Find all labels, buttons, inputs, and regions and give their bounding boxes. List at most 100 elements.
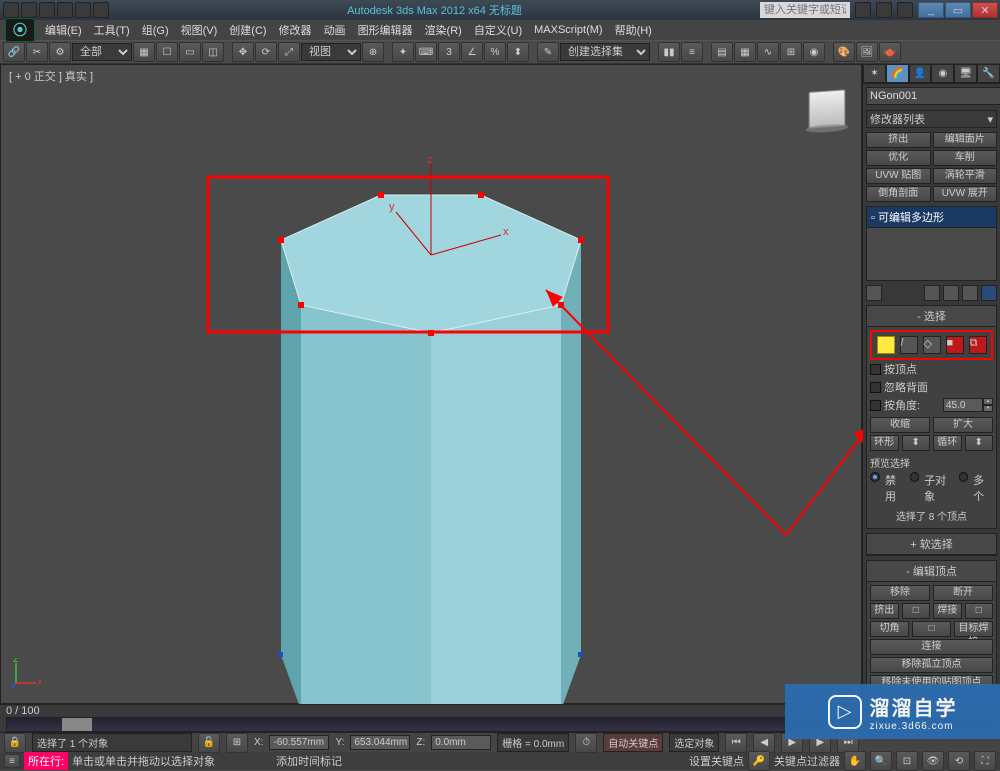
menu-create[interactable]: 创建(C) <box>224 20 271 40</box>
ref-coord-dropdown[interactable]: 视图 <box>301 43 361 61</box>
preview-off-radio[interactable] <box>870 472 880 482</box>
app-logo-icon[interactable]: ⦿ <box>5 18 35 42</box>
configure-stack-icon[interactable] <box>981 285 997 301</box>
nav-zoom-icon[interactable]: 🔍 <box>870 751 892 771</box>
connect-button[interactable]: 连接 <box>870 639 993 655</box>
nav-maximize-icon[interactable]: ⛶ <box>974 751 996 771</box>
align-icon[interactable]: ≡ <box>681 42 703 62</box>
help-icon[interactable] <box>855 2 871 18</box>
subobj-element-icon[interactable]: ⧉ <box>969 336 987 354</box>
mod-btn-extrude[interactable]: 挤出 <box>866 132 931 148</box>
menu-animation[interactable]: 动画 <box>319 20 351 40</box>
undo-icon[interactable] <box>75 2 91 18</box>
snap-toggle-icon[interactable]: 3 <box>438 42 460 62</box>
percent-snap-icon[interactable]: % <box>484 42 506 62</box>
layers-icon[interactable]: ▤ <box>711 42 733 62</box>
subobj-edge-icon[interactable]: / <box>900 336 918 354</box>
weld-settings-icon[interactable]: □ <box>965 603 994 619</box>
menu-rendering[interactable]: 渲染(R) <box>420 20 467 40</box>
subobj-border-icon[interactable]: ◇ <box>923 336 941 354</box>
selection-filter-dropdown[interactable]: 全部 <box>72 43 132 61</box>
app-menu-icon[interactable] <box>3 2 19 18</box>
spinner-up-icon[interactable]: ▴ <box>983 398 993 405</box>
ring-button[interactable]: 环形 <box>870 435 899 451</box>
by-angle-checkbox[interactable] <box>870 400 881 411</box>
ring-spinner-icon[interactable]: ⬍ <box>902 435 931 451</box>
scale-icon[interactable]: ⤢ <box>278 42 300 62</box>
named-selection-dropdown[interactable]: 创建选择集 <box>560 43 650 61</box>
info-icon[interactable] <box>897 2 913 18</box>
extrude-settings-icon[interactable]: □ <box>902 603 931 619</box>
show-end-icon[interactable] <box>924 285 940 301</box>
new-icon[interactable] <box>21 2 37 18</box>
pin-stack-icon[interactable] <box>866 285 882 301</box>
modifier-list-dropdown[interactable]: 修改器列表 <box>866 110 997 128</box>
menu-edit[interactable]: 编辑(E) <box>40 20 87 40</box>
window-crossing-icon[interactable]: ◫ <box>202 42 224 62</box>
unique-icon[interactable] <box>943 285 959 301</box>
by-vertex-checkbox[interactable] <box>870 364 881 375</box>
angle-snap-icon[interactable]: ∠ <box>461 42 483 62</box>
shrink-button[interactable]: 收缩 <box>870 417 930 433</box>
remove-button[interactable]: 移除 <box>870 585 930 601</box>
save-icon[interactable] <box>57 2 73 18</box>
z-coord-field[interactable]: 0.0mm <box>431 735 491 750</box>
weld-button[interactable]: 焊接 <box>933 603 962 619</box>
nav-zoomext-icon[interactable]: ⊡ <box>896 751 918 771</box>
modify-tab-icon[interactable]: 🌈 <box>886 64 909 83</box>
render-icon[interactable]: 🫖 <box>879 42 901 62</box>
unlink-icon[interactable]: ✂ <box>26 42 48 62</box>
mod-btn-uvwunwrap[interactable]: UVW 展开 <box>933 186 998 202</box>
close-button[interactable]: ✕ <box>972 2 998 18</box>
script-icon[interactable]: ≡ <box>4 754 20 768</box>
pivot-icon[interactable]: ⊕ <box>362 42 384 62</box>
select-rect-icon[interactable]: ▭ <box>179 42 201 62</box>
link-icon[interactable]: 🔗 <box>3 42 25 62</box>
hexagon-prism-object[interactable]: z x y <box>1 65 863 705</box>
help-search-input[interactable] <box>760 2 850 18</box>
loop-spinner-icon[interactable]: ⬍ <box>965 435 994 451</box>
remove-iso-button[interactable]: 移除孤立顶点 <box>870 657 993 673</box>
manipulate-icon[interactable]: ✦ <box>392 42 414 62</box>
redo-icon[interactable] <box>93 2 109 18</box>
nav-fov-icon[interactable]: 👁 <box>922 751 944 771</box>
spinner-snap-icon[interactable]: ⬍ <box>507 42 529 62</box>
y-coord-field[interactable]: 653.044mm <box>350 735 410 750</box>
rotate-icon[interactable]: ⟳ <box>255 42 277 62</box>
key-filter-button[interactable]: 关键点过滤器 <box>774 753 840 769</box>
selection-lock-icon[interactable]: ⊞ <box>226 733 248 753</box>
menu-help[interactable]: 帮助(H) <box>610 20 657 40</box>
chamfer-settings-icon[interactable]: □ <box>912 621 951 637</box>
time-config-icon[interactable]: ⏱ <box>575 733 597 753</box>
menu-group[interactable]: 组(G) <box>137 20 174 40</box>
graphite-icon[interactable]: ▦ <box>734 42 756 62</box>
minimize-button[interactable]: _ <box>918 2 944 18</box>
subobj-vertex-icon[interactable]: ⋮⋮ <box>877 336 895 354</box>
mod-btn-bevelprofile[interactable]: 倒角剖面 <box>866 186 931 202</box>
menu-view[interactable]: 视图(V) <box>176 20 223 40</box>
star-icon[interactable] <box>876 2 892 18</box>
hierarchy-tab-icon[interactable]: 👤 <box>909 64 932 83</box>
menu-customize[interactable]: 自定义(U) <box>469 20 527 40</box>
preview-multi-radio[interactable] <box>959 472 968 482</box>
edit-vertex-header[interactable]: - 编辑顶点 <box>867 561 996 582</box>
menu-modifiers[interactable]: 修改器 <box>274 20 317 40</box>
subobj-polygon-icon[interactable]: ■ <box>946 336 964 354</box>
chamfer-button[interactable]: 切角 <box>870 621 909 637</box>
time-slider-thumb[interactable] <box>62 718 92 731</box>
select-icon[interactable]: ▦ <box>133 42 155 62</box>
render-setup-icon[interactable]: 🎨 <box>833 42 855 62</box>
menu-tools[interactable]: 工具(T) <box>89 20 135 40</box>
mod-btn-lathe[interactable]: 车削 <box>933 150 998 166</box>
x-coord-field[interactable]: -60.557mm <box>269 735 329 750</box>
nav-orbit-icon[interactable]: ⟲ <box>948 751 970 771</box>
schematic-icon[interactable]: ⊞ <box>780 42 802 62</box>
select-name-icon[interactable]: ☐ <box>156 42 178 62</box>
mirror-icon[interactable]: ▮▮ <box>658 42 680 62</box>
edit-sel-set-icon[interactable]: ✎ <box>537 42 559 62</box>
ignore-back-checkbox[interactable] <box>870 382 881 393</box>
move-icon[interactable]: ✥ <box>232 42 254 62</box>
menu-graph-editors[interactable]: 图形编辑器 <box>353 20 418 40</box>
play-prev-icon[interactable]: ◀ <box>753 733 775 753</box>
modifier-stack-item[interactable]: ▫ 可编辑多边形 <box>867 207 996 228</box>
